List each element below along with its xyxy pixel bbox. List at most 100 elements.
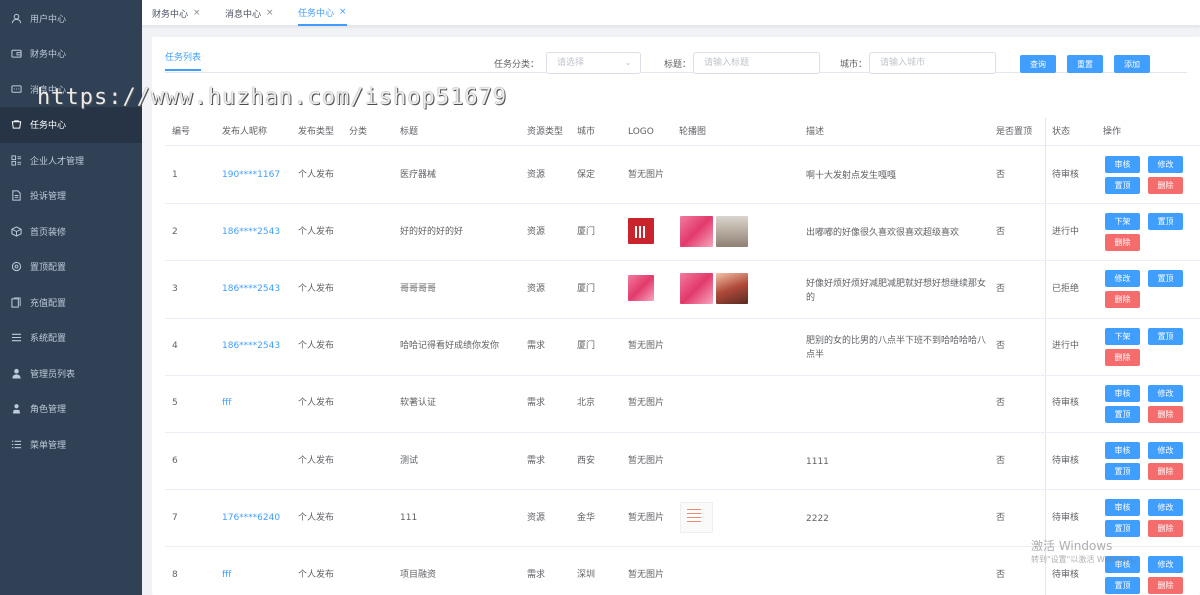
cell-nickname[interactable]: 186****2543 — [222, 226, 280, 239]
sidebar-item[interactable]: 企业人才管理 — [0, 143, 142, 179]
action-button[interactable]: 置顶 — [1148, 270, 1183, 288]
action-button[interactable]: 置顶 — [1105, 577, 1140, 595]
cell-status: 待审核 — [1052, 169, 1080, 180]
cell-logo-text: 暂无图片 — [628, 169, 665, 180]
carousel-image[interactable] — [680, 216, 713, 248]
cell-title: 哈哈记得看好成绩你发你 — [400, 341, 500, 352]
carousel-image[interactable] — [680, 502, 713, 534]
close-icon[interactable]: × — [266, 8, 274, 18]
cell-city: 厦门 — [577, 284, 596, 294]
logo-image[interactable] — [628, 218, 654, 245]
cell-id: 2 — [172, 226, 178, 237]
sidebar-item[interactable]: 投诉管理 — [0, 178, 142, 214]
cell-pinned: 否 — [996, 455, 1006, 466]
action-button[interactable]: 删除 — [1148, 577, 1183, 595]
action-button[interactable]: 置顶 — [1148, 327, 1183, 345]
sidebar-item-label: 菜单管理 — [30, 440, 67, 451]
task-icon — [10, 119, 22, 131]
sidebar-item[interactable]: 管理员列表 — [0, 356, 142, 392]
tab-label: 财务中心 — [152, 9, 189, 20]
column-header: 发布类型 — [298, 127, 335, 137]
cell-id: 4 — [172, 341, 178, 352]
action-button[interactable]: 修改 — [1148, 499, 1183, 517]
sidebar-item-label: 充值配置 — [30, 298, 67, 309]
sidebar-item-label: 用户中心 — [30, 14, 67, 25]
sidebar-item[interactable]: 任务中心 — [0, 107, 142, 143]
action-button[interactable]: 置顶 — [1105, 177, 1140, 194]
action-button[interactable]: 删除 — [1105, 348, 1140, 366]
action-button[interactable]: 下架 — [1105, 213, 1140, 231]
action-button[interactable]: 修改 — [1148, 156, 1183, 173]
close-icon[interactable]: × — [193, 8, 201, 18]
sidebar-item[interactable]: 角色管理 — [0, 391, 142, 427]
carousel-image[interactable] — [716, 273, 748, 305]
action-button[interactable]: 删除 — [1148, 463, 1183, 480]
action-button[interactable]: 置顶 — [1148, 213, 1183, 231]
action-button[interactable]: 删除 — [1105, 291, 1140, 309]
action-button[interactable]: 删除 — [1148, 177, 1183, 194]
cell-publish-type: 个人发布 — [298, 341, 335, 352]
cell-nickname[interactable]: 186****2543 — [222, 283, 280, 296]
cell-logo-text: 暂无图片 — [628, 512, 665, 523]
user-icon — [10, 12, 22, 24]
sidebar-item[interactable]: 财务中心 — [0, 36, 142, 72]
tab-task-list[interactable]: 任务列表 — [165, 51, 202, 71]
action-button[interactable]: 下架 — [1105, 327, 1140, 345]
category-select[interactable]: 请选择 ⌄ — [546, 52, 641, 74]
action-button[interactable]: 审核 — [1105, 442, 1140, 459]
tab-task[interactable]: 任务中心 × — [298, 0, 347, 26]
action-button[interactable]: 删除 — [1105, 234, 1140, 252]
sidebar-item[interactable]: 菜单管理 — [0, 427, 142, 463]
cell-status: 进行中 — [1052, 341, 1080, 352]
add-button[interactable]: 添加 — [1114, 55, 1150, 73]
sidebar-item[interactable]: 消息中心 — [0, 72, 142, 108]
action-button[interactable]: 删除 — [1148, 520, 1183, 538]
role-icon — [10, 403, 22, 415]
cell-description: 肥别的女的比男的八点半下班不到哈哈哈哈八点半 — [806, 336, 987, 361]
search-button[interactable]: 查询 — [1020, 55, 1056, 73]
carousel-image[interactable] — [716, 216, 748, 248]
city-input[interactable]: 请输入城市 — [869, 52, 996, 74]
sidebar-item[interactable]: 充值配置 — [0, 285, 142, 321]
carousel-image[interactable] — [680, 273, 713, 305]
tab-message[interactable]: 消息中心 × — [225, 0, 274, 26]
cell-nickname[interactable]: 176****6240 — [222, 512, 280, 525]
column-header: 城市 — [577, 127, 596, 137]
cell-pinned: 否 — [996, 341, 1006, 352]
action-button[interactable]: 修改 — [1148, 384, 1183, 402]
reset-button[interactable]: 重置 — [1067, 55, 1103, 73]
logo-image[interactable] — [628, 275, 654, 302]
cell-title: 好的好的好的好 — [400, 226, 464, 237]
title-input[interactable]: 请输入标题 — [693, 52, 820, 74]
close-icon[interactable]: × — [339, 7, 347, 17]
sidebar-item[interactable]: 首页装修 — [0, 214, 142, 250]
column-header: 资源类型 — [527, 127, 564, 137]
action-button[interactable]: 删除 — [1148, 405, 1183, 423]
row-divider — [165, 260, 1200, 262]
sidebar-item[interactable]: 系统配置 — [0, 320, 142, 356]
action-button[interactable]: 修改 — [1105, 270, 1140, 288]
cell-city: 厦门 — [577, 341, 596, 352]
tab-finance[interactable]: 财务中心 × — [152, 0, 201, 26]
grid-icon — [10, 154, 22, 166]
action-button[interactable]: 审核 — [1105, 156, 1140, 173]
action-button[interactable]: 修改 — [1148, 442, 1183, 459]
action-button[interactable]: 审核 — [1105, 384, 1140, 402]
cell-nickname[interactable]: 186****2543 — [222, 340, 280, 353]
cell-status: 待审核 — [1052, 398, 1080, 409]
cell-nickname[interactable]: fff — [222, 569, 231, 582]
cell-status: 进行中 — [1052, 226, 1080, 237]
cell-nickname[interactable]: fff — [222, 397, 231, 410]
action-button[interactable]: 置顶 — [1105, 463, 1140, 480]
cell-status: 已拒绝 — [1052, 284, 1080, 294]
cell-nickname[interactable]: 190****1167 — [222, 169, 280, 182]
action-button[interactable]: 审核 — [1105, 499, 1140, 517]
sidebar-item[interactable]: 置顶配置 — [0, 249, 142, 285]
action-button[interactable]: 修改 — [1148, 556, 1183, 574]
sidebar-item-label: 企业人才管理 — [30, 156, 85, 167]
cell-publish-type: 个人发布 — [298, 398, 335, 409]
sidebar-item[interactable]: 用户中心 — [0, 1, 142, 37]
cell-title: 软著认证 — [400, 398, 437, 409]
action-button[interactable]: 置顶 — [1105, 520, 1140, 538]
action-button[interactable]: 置顶 — [1105, 405, 1140, 423]
